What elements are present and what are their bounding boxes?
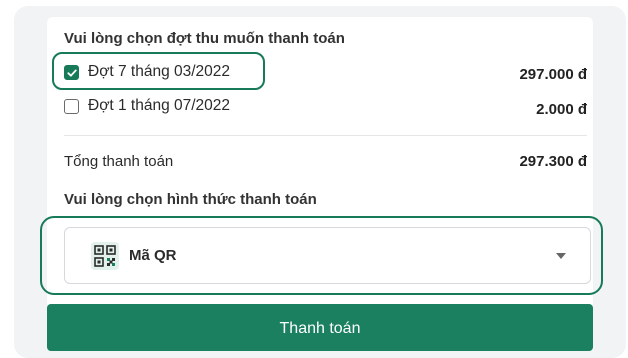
checkmark-icon xyxy=(66,69,77,77)
total-label: Tổng thanh toán xyxy=(64,153,174,170)
payment-method-heading: Vui lòng chọn hình thức thanh toán xyxy=(64,191,317,208)
installment-2-checkbox[interactable] xyxy=(64,99,79,114)
installment-2-label: Đợt 1 tháng 07/2022 xyxy=(88,97,231,114)
payment-method-select[interactable]: Mã QR xyxy=(64,227,591,284)
installment-2-amount: 2.000 đ xyxy=(536,101,587,118)
total-amount: 297.300 đ xyxy=(519,153,587,170)
installment-1-checkbox[interactable] xyxy=(64,65,79,80)
installment-heading: Vui lòng chọn đợt thu muốn thanh toán xyxy=(64,30,345,47)
divider xyxy=(64,135,587,136)
installment-1-amount: 297.000 đ xyxy=(519,66,587,83)
qr-code-icon xyxy=(91,242,119,270)
chevron-down-icon[interactable] xyxy=(556,253,566,259)
payment-method-value: Mã QR xyxy=(129,247,177,264)
pay-button[interactable]: Thanh toán xyxy=(47,304,593,351)
installment-1-label: Đợt 7 tháng 03/2022 xyxy=(88,63,231,80)
